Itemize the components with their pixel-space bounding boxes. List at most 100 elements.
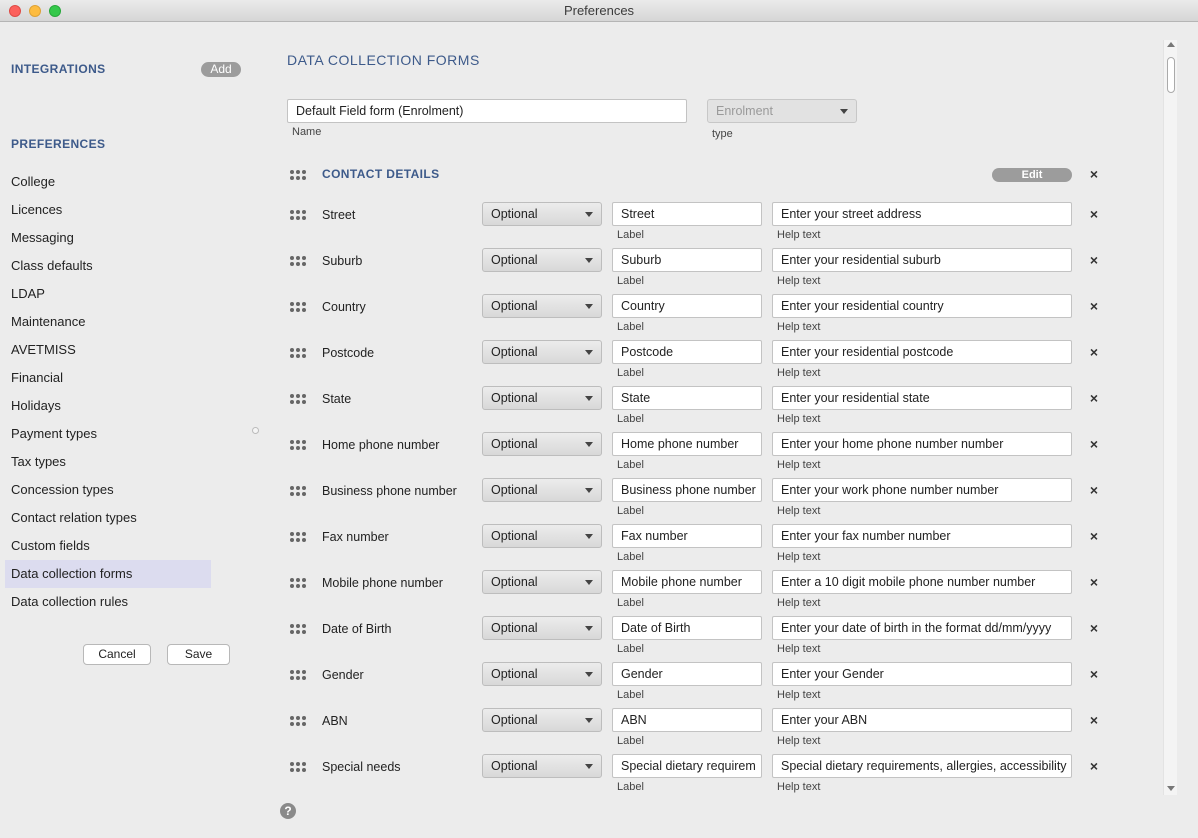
- scroll-up-arrow-icon[interactable]: [1167, 42, 1175, 47]
- sidebar-item[interactable]: Licences: [11, 196, 211, 224]
- label-input[interactable]: Fax number: [612, 524, 762, 548]
- remove-field-icon[interactable]: ×: [1088, 575, 1100, 589]
- sidebar-item[interactable]: Tax types: [11, 448, 211, 476]
- label-caption: Label: [617, 597, 644, 609]
- sidebar-item[interactable]: Concession types: [11, 476, 211, 504]
- sidebar-item[interactable]: College: [11, 168, 211, 196]
- requirement-select[interactable]: Optional: [482, 754, 602, 778]
- drag-handle-icon[interactable]: [290, 302, 308, 314]
- drag-handle-icon[interactable]: [290, 578, 308, 590]
- requirement-select[interactable]: Optional: [482, 570, 602, 594]
- edit-section-button[interactable]: Edit: [992, 168, 1072, 182]
- drag-handle-icon[interactable]: [290, 486, 308, 498]
- sidebar-item[interactable]: Maintenance: [11, 308, 211, 336]
- drag-handle-icon[interactable]: [290, 716, 308, 728]
- help-text-input[interactable]: Enter your ABN: [772, 708, 1072, 732]
- label-input[interactable]: Mobile phone number: [612, 570, 762, 594]
- scroll-thumb[interactable]: [1167, 57, 1175, 93]
- remove-field-icon[interactable]: ×: [1088, 713, 1100, 727]
- remove-field-icon[interactable]: ×: [1088, 391, 1100, 405]
- remove-field-icon[interactable]: ×: [1088, 483, 1100, 497]
- drag-handle-icon[interactable]: [290, 532, 308, 544]
- drag-handle-icon[interactable]: [290, 394, 308, 406]
- remove-field-icon[interactable]: ×: [1088, 529, 1100, 543]
- sidebar-item[interactable]: Holidays: [11, 392, 211, 420]
- drag-handle-icon[interactable]: [290, 348, 308, 360]
- label-input[interactable]: Postcode: [612, 340, 762, 364]
- drag-handle-icon[interactable]: [290, 762, 308, 774]
- form-type-select[interactable]: Enrolment: [707, 99, 857, 123]
- cancel-button[interactable]: Cancel: [83, 644, 151, 665]
- drag-handle-icon[interactable]: [290, 440, 308, 452]
- field-name: Home phone number: [322, 438, 440, 452]
- scroll-down-arrow-icon[interactable]: [1167, 786, 1175, 791]
- label-input[interactable]: Date of Birth: [612, 616, 762, 640]
- help-text-caption: Help text: [777, 459, 821, 471]
- requirement-select[interactable]: Optional: [482, 432, 602, 456]
- sidebar-item[interactable]: LDAP: [11, 280, 211, 308]
- remove-field-icon[interactable]: ×: [1088, 621, 1100, 635]
- requirement-value: Optional: [491, 345, 538, 359]
- splitter-handle[interactable]: [252, 427, 259, 434]
- help-text-input[interactable]: Enter your date of birth in the format d…: [772, 616, 1072, 640]
- remove-field-icon[interactable]: ×: [1088, 299, 1100, 313]
- help-text-input[interactable]: Enter your residential suburb: [772, 248, 1072, 272]
- help-text-input[interactable]: Enter your fax number number: [772, 524, 1072, 548]
- sidebar-item[interactable]: Class defaults: [11, 252, 211, 280]
- requirement-select[interactable]: Optional: [482, 248, 602, 272]
- sidebar-item[interactable]: Payment types: [11, 420, 211, 448]
- help-text-input[interactable]: Enter your residential state: [772, 386, 1072, 410]
- remove-field-icon[interactable]: ×: [1088, 253, 1100, 267]
- add-integration-button[interactable]: Add: [201, 62, 241, 77]
- label-input[interactable]: Home phone number: [612, 432, 762, 456]
- remove-field-icon[interactable]: ×: [1088, 437, 1100, 451]
- sidebar-item[interactable]: Contact relation types: [11, 504, 211, 532]
- drag-handle-icon[interactable]: [290, 256, 308, 268]
- label-input[interactable]: State: [612, 386, 762, 410]
- vertical-scrollbar[interactable]: [1163, 40, 1177, 795]
- requirement-select[interactable]: Optional: [482, 202, 602, 226]
- label-input[interactable]: Suburb: [612, 248, 762, 272]
- label-input[interactable]: Business phone number: [612, 478, 762, 502]
- help-text-input[interactable]: Enter your home phone number number: [772, 432, 1072, 456]
- remove-field-icon[interactable]: ×: [1088, 759, 1100, 773]
- help-text-input[interactable]: Enter your residential postcode: [772, 340, 1072, 364]
- label-input[interactable]: Country: [612, 294, 762, 318]
- label-input[interactable]: Street: [612, 202, 762, 226]
- drag-handle-icon[interactable]: [290, 170, 308, 182]
- sidebar-item[interactable]: AVETMISS: [11, 336, 211, 364]
- drag-handle-icon[interactable]: [290, 670, 308, 682]
- form-name-input[interactable]: Default Field form (Enrolment): [287, 99, 687, 123]
- sidebar-item[interactable]: Messaging: [11, 224, 211, 252]
- remove-section-icon[interactable]: ×: [1088, 167, 1100, 181]
- help-text-input[interactable]: Enter a 10 digit mobile phone number num…: [772, 570, 1072, 594]
- drag-handle-icon[interactable]: [290, 624, 308, 636]
- help-text-input[interactable]: Enter your Gender: [772, 662, 1072, 686]
- sidebar-item[interactable]: Financial: [11, 364, 211, 392]
- requirement-select[interactable]: Optional: [482, 662, 602, 686]
- drag-handle-icon[interactable]: [290, 210, 308, 222]
- save-button[interactable]: Save: [167, 644, 230, 665]
- help-text-input[interactable]: Enter your street address: [772, 202, 1072, 226]
- help-icon[interactable]: ?: [280, 803, 296, 819]
- requirement-select[interactable]: Optional: [482, 524, 602, 548]
- label-input[interactable]: Gender: [612, 662, 762, 686]
- help-text-input[interactable]: Special dietary requirements, allergies,…: [772, 754, 1072, 778]
- requirement-select[interactable]: Optional: [482, 616, 602, 640]
- label-input[interactable]: ABN: [612, 708, 762, 732]
- requirement-select[interactable]: Optional: [482, 386, 602, 410]
- sidebar-item[interactable]: Data collection forms: [5, 560, 211, 588]
- remove-field-icon[interactable]: ×: [1088, 667, 1100, 681]
- requirement-select[interactable]: Optional: [482, 708, 602, 732]
- requirement-select[interactable]: Optional: [482, 294, 602, 318]
- remove-field-icon[interactable]: ×: [1088, 345, 1100, 359]
- sidebar-item[interactable]: Custom fields: [11, 532, 211, 560]
- sidebar-item[interactable]: Data collection rules: [11, 588, 211, 616]
- remove-field-icon[interactable]: ×: [1088, 207, 1100, 221]
- form-type-caption: type: [712, 128, 733, 140]
- requirement-select[interactable]: Optional: [482, 340, 602, 364]
- help-text-input[interactable]: Enter your residential country: [772, 294, 1072, 318]
- requirement-select[interactable]: Optional: [482, 478, 602, 502]
- help-text-input[interactable]: Enter your work phone number number: [772, 478, 1072, 502]
- label-input[interactable]: Special dietary requirem: [612, 754, 762, 778]
